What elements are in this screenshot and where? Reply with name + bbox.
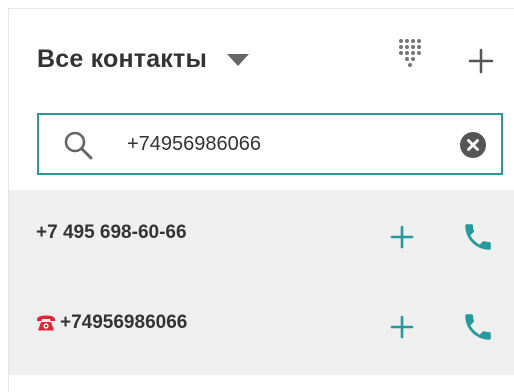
add-to-contacts-button[interactable] [389,314,415,340]
contacts-filter-dropdown[interactable]: Все контакты [37,41,250,77]
page-title: Все контакты [37,44,208,73]
clear-icon [460,132,486,158]
list-item[interactable]: +7 495 698-60-66 [9,190,514,280]
plus-icon [390,315,414,339]
contact-number-text: +7 495 698-60-66 [36,222,187,243]
search-input[interactable] [127,129,447,159]
call-button[interactable] [461,310,495,344]
caret-down-icon [227,54,250,66]
dialpad-button[interactable] [389,34,429,74]
plus-icon [468,48,494,74]
search-box [37,113,503,175]
call-button[interactable] [461,220,495,254]
telephone-icon [37,315,55,331]
clear-search-button[interactable] [460,132,486,158]
phone-icon [465,224,491,250]
add-to-contacts-button[interactable] [389,224,415,250]
add-contact-button[interactable] [461,41,501,81]
plus-icon [390,225,414,249]
dialpad-icon [399,39,421,67]
contact-number-text: +74956986066 [60,312,188,333]
contact-number: +74956986066 [36,312,187,334]
phone-icon [465,314,491,340]
search-icon [64,131,93,160]
contacts-header: Все контакты [9,9,514,99]
contacts-panel: Все контакты +74956986066 +7 495 698-60-… [8,8,514,392]
search-results-list: +7 495 698-60-66 +74956986066 [9,190,514,375]
list-item[interactable]: +74956986066 [9,280,514,370]
contact-number: +7 495 698-60-66 [36,222,187,244]
